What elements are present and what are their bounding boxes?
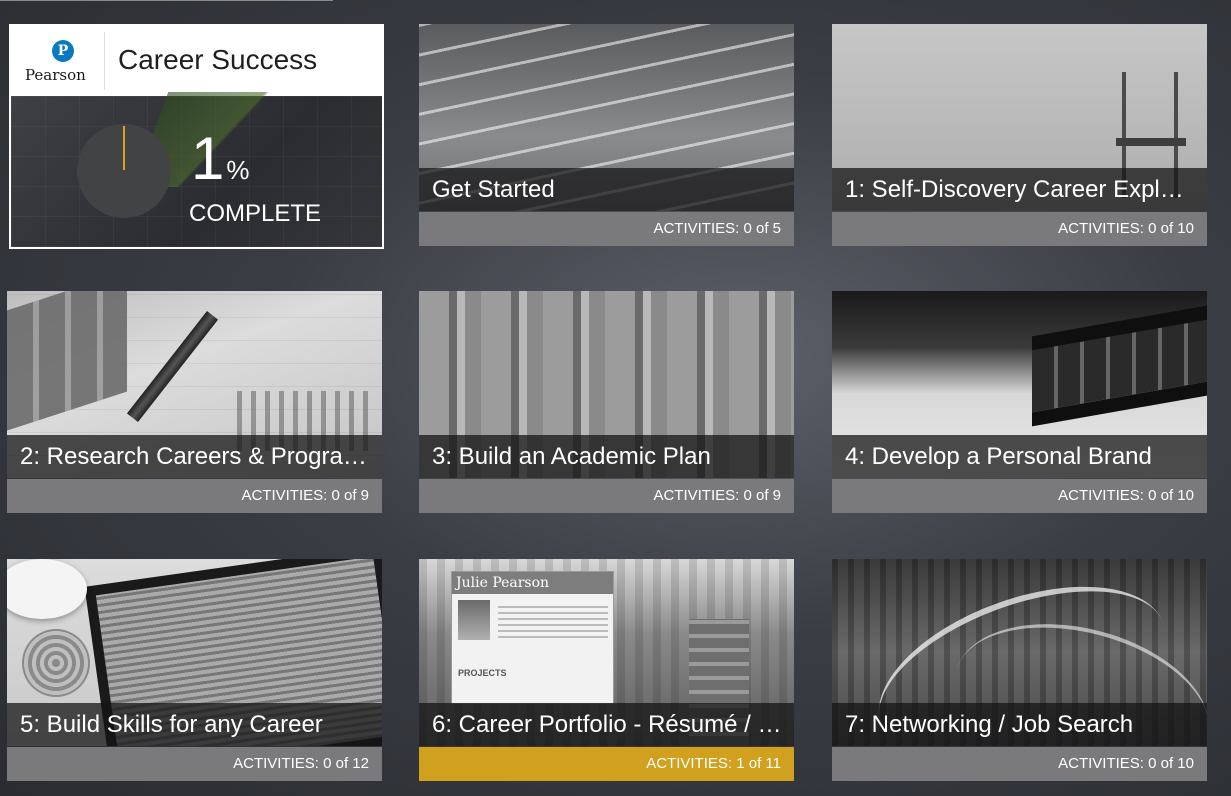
module-activities-count: ACTIVITIES: 0 of 10 (832, 479, 1207, 513)
module-activities-count: ACTIVITIES: 0 of 9 (419, 479, 794, 513)
resume-section-label: PROJECTS (458, 668, 507, 678)
film-strip-graphic (1032, 305, 1207, 427)
module-activities-count: ACTIVITIES: 1 of 11 (419, 747, 794, 781)
module-image-resume-city: Julie Pearson PROJECTS 6: Career Portfol… (419, 559, 794, 746)
module-image-stone-columns: 3: Build an Academic Plan (419, 291, 794, 478)
progress-percent: 1% (191, 124, 250, 193)
module-activities-count: ACTIVITIES: 0 of 5 (419, 212, 794, 246)
resume-name: Julie Pearson (452, 572, 613, 594)
module-activities-count: ACTIVITIES: 0 of 12 (7, 747, 382, 781)
pen-graphic (126, 311, 219, 423)
module-tile-academic-plan[interactable]: 3: Build an Academic Plan ACTIVITIES: 0 … (419, 291, 794, 513)
module-tile-self-discovery[interactable]: 1: Self-Discovery Career Exploration ACT… (832, 24, 1207, 246)
progress-percent-value: 1 (191, 125, 224, 192)
pearson-logo: P Pearson (21, 32, 105, 90)
pearson-logo-text: Pearson (25, 66, 86, 84)
pearson-logo-icon: P (52, 40, 74, 62)
progress-status-label: COMPLETE (189, 200, 322, 227)
module-image-city-highway: 7: Networking / Job Search (832, 559, 1207, 746)
module-tile-personal-brand[interactable]: 4: Develop a Personal Brand ACTIVITIES: … (832, 291, 1207, 513)
module-image-film-reel: 4: Develop a Personal Brand (832, 291, 1207, 478)
course-title: Career Success (118, 44, 318, 75)
module-image-running-track: Get Started (419, 24, 794, 211)
resume-text-lines (498, 602, 608, 638)
progress-panel: 1% COMPLETE (11, 92, 382, 247)
module-title: 3: Build an Academic Plan (419, 435, 794, 478)
coffee-cup-graphic (7, 559, 87, 619)
resume-graphic: Julie Pearson PROJECTS (451, 571, 614, 704)
module-title: 4: Develop a Personal Brand (832, 435, 1207, 478)
module-tile-career-portfolio[interactable]: Julie Pearson PROJECTS 6: Career Portfol… (419, 559, 794, 781)
module-activities-count: ACTIVITIES: 0 of 10 (832, 212, 1207, 246)
module-title: 6: Career Portfolio - Résumé / Cover Let… (419, 703, 794, 746)
module-title: 7: Networking / Job Search (832, 703, 1207, 746)
course-progress-card[interactable]: P Pearson Career Success 1% COMPLETE (9, 24, 384, 249)
module-title: 2: Research Careers & Programs (7, 435, 382, 478)
module-activities-count: ACTIVITIES: 0 of 10 (832, 747, 1207, 781)
module-image-calculator-pen-chart: 2: Research Careers & Programs (7, 291, 382, 478)
cookie-graphic (22, 629, 90, 697)
top-divider (0, 0, 333, 1)
progress-pie-chart (77, 124, 171, 218)
progress-percent-sign: % (226, 155, 250, 185)
module-tile-research-careers[interactable]: 2: Research Careers & Programs ACTIVITIE… (7, 291, 382, 513)
module-title: 5: Build Skills for any Career (7, 703, 382, 746)
module-activities-count: ACTIVITIES: 0 of 9 (7, 479, 382, 513)
module-tile-build-skills[interactable]: 5: Build Skills for any Career ACTIVITIE… (7, 559, 382, 781)
resume-photo (458, 600, 490, 640)
module-tile-get-started[interactable]: Get Started ACTIVITIES: 0 of 5 (419, 24, 794, 246)
module-title: Get Started (419, 168, 794, 211)
module-image-empty-chair: 1: Self-Discovery Career Exploration (832, 24, 1207, 211)
module-image-keyboard-coffee: 5: Build Skills for any Career (7, 559, 382, 746)
course-header: P Pearson Career Success (11, 26, 382, 96)
module-tile-networking[interactable]: 7: Networking / Job Search ACTIVITIES: 0… (832, 559, 1207, 781)
calculator-graphic (7, 291, 127, 431)
module-title: 1: Self-Discovery Career Exploration (832, 168, 1207, 211)
progress-pie-slice (123, 126, 125, 170)
